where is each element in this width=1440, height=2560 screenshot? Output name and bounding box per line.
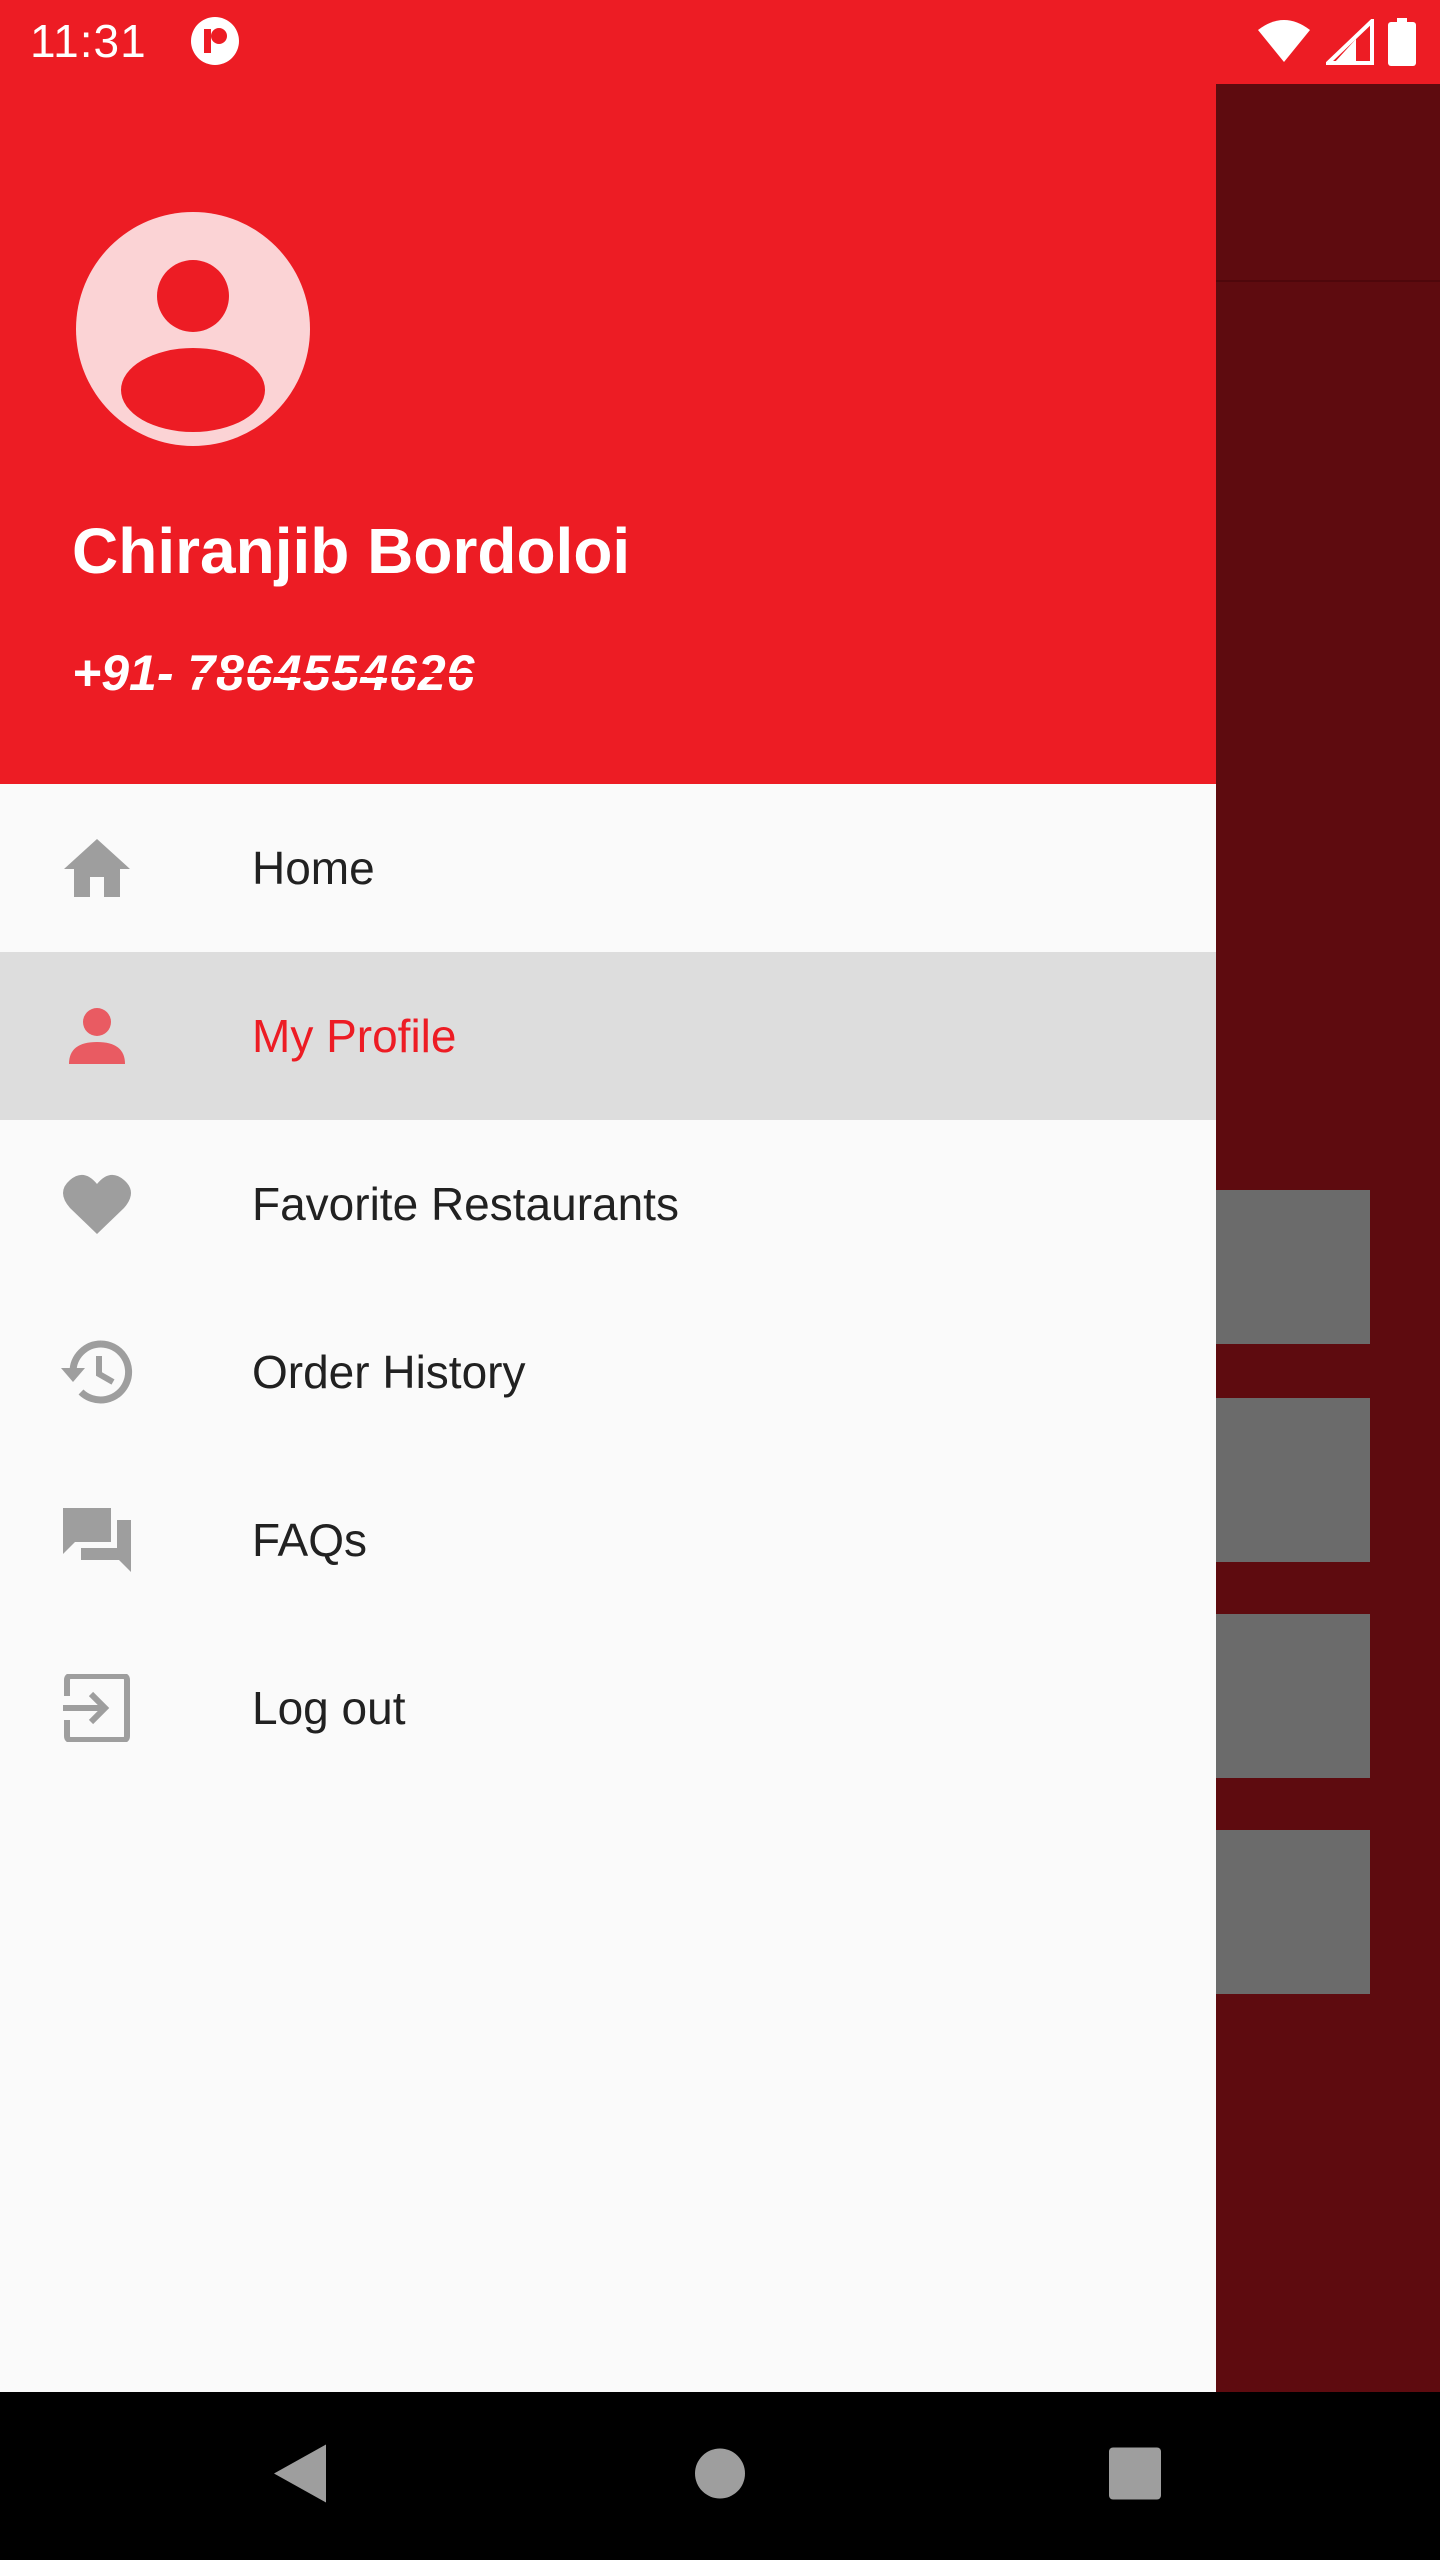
battery-icon	[1388, 18, 1416, 71]
history-icon	[60, 1335, 134, 1409]
drawer-header: Chiranjib Bordoloi +91- 7864554626	[0, 84, 1216, 784]
status-time: 11:31	[30, 15, 147, 67]
home-icon	[60, 831, 134, 905]
background-card	[1216, 1830, 1370, 1994]
menu-item-log-out[interactable]: Log out	[0, 1624, 1216, 1792]
phone-number: 7864554626	[187, 645, 476, 701]
menu-item-label: Favorite Restaurants	[252, 1178, 679, 1230]
background-card	[1216, 1190, 1370, 1344]
heart-icon	[60, 1167, 134, 1241]
user-name: Chiranjib Bordoloi	[72, 515, 631, 587]
user-phone: +91- 7864554626	[72, 644, 475, 702]
wifi-icon	[1256, 20, 1312, 69]
back-button[interactable]	[272, 2443, 328, 2510]
menu-item-favorite-restaurants[interactable]: Favorite Restaurants	[0, 1120, 1216, 1288]
system-navigation-bar	[0, 2392, 1440, 2560]
menu-item-label: Order History	[252, 1346, 526, 1398]
app-notification-icon	[190, 16, 240, 66]
menu-item-my-profile[interactable]: My Profile	[0, 952, 1216, 1120]
recents-button[interactable]	[1108, 2447, 1162, 2506]
menu-item-label: My Profile	[252, 1010, 457, 1062]
background-card	[1216, 1614, 1370, 1778]
menu-item-label: Log out	[252, 1682, 406, 1734]
menu-item-label: FAQs	[252, 1514, 368, 1566]
phone-prefix: +91-	[72, 645, 188, 701]
person-icon	[60, 999, 134, 1073]
avatar[interactable]	[76, 212, 310, 446]
status-bar: 11:31	[0, 0, 1440, 84]
menu-item-faqs[interactable]: FAQs	[0, 1456, 1216, 1624]
drawer-menu: Home My Profile Favorite Restaurants Ord…	[0, 784, 1216, 1792]
menu-item-label: Home	[252, 842, 375, 894]
home-button[interactable]	[694, 2448, 746, 2505]
person-avatar-icon	[121, 260, 265, 432]
background-toolbar-divider	[1216, 280, 1440, 282]
navigation-drawer: Chiranjib Bordoloi +91- 7864554626 Home …	[0, 84, 1216, 2392]
signal-icon	[1323, 16, 1374, 70]
forum-icon	[60, 1503, 134, 1577]
logout-icon	[60, 1671, 134, 1745]
background-card	[1216, 1398, 1370, 1562]
menu-item-order-history[interactable]: Order History	[0, 1288, 1216, 1456]
menu-item-home[interactable]: Home	[0, 784, 1216, 952]
